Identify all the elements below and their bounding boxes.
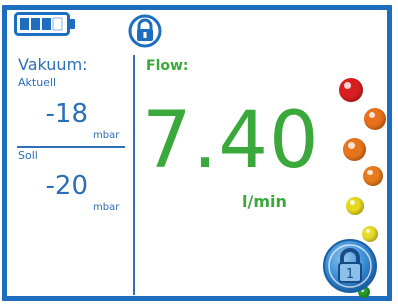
indicator-dot-orange-3 <box>363 166 383 186</box>
vertical-divider <box>133 55 135 295</box>
flow-unit: l/min <box>242 192 287 211</box>
battery-icon <box>14 12 76 40</box>
vacuum-actual-value: -18 <box>45 99 88 129</box>
vacuum-title: Vakuum: <box>18 55 88 74</box>
indicator-dot-yellow-1 <box>346 197 364 215</box>
vacuum-divider <box>17 146 125 148</box>
vacuum-target-value: -20 <box>45 171 88 201</box>
lock-button-number: 1 <box>346 267 354 282</box>
indicator-dot-orange-2 <box>343 138 366 161</box>
lock-button[interactable]: 1 <box>322 238 378 294</box>
indicator-dot-red <box>339 78 363 102</box>
device-screen: Vakuum: Aktuell -18 mbar Soll -20 mbar F… <box>0 0 398 306</box>
lock-1-icon: 1 <box>323 239 377 293</box>
flow-label: Flow: <box>146 58 189 74</box>
vacuum-actual-unit: mbar <box>93 130 120 141</box>
flow-value: 7.40 <box>142 96 320 186</box>
vacuum-target-label: Soll <box>18 149 38 162</box>
vacuum-actual-label: Aktuell <box>18 76 57 89</box>
vacuum-target-unit: mbar <box>93 202 120 213</box>
indicator-dot-orange-1 <box>364 108 386 130</box>
lock-icon[interactable] <box>128 14 162 52</box>
